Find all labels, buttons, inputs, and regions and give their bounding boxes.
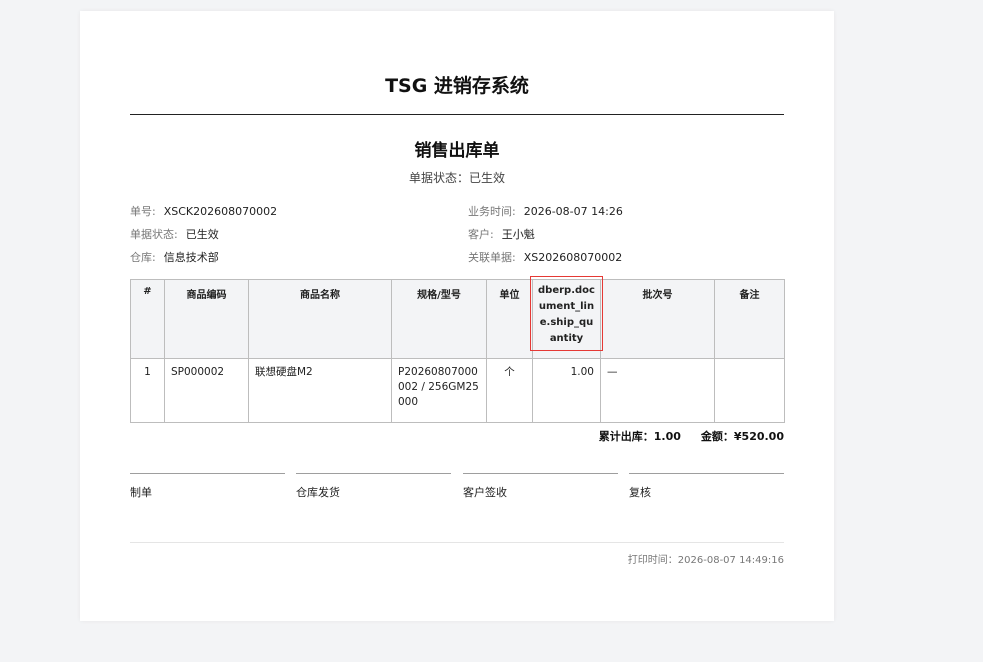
- signature-label: 制单: [130, 486, 152, 499]
- system-title: TSG 进销存系统: [385, 75, 529, 97]
- cell-ship-quantity: 1.00: [532, 358, 601, 423]
- signature-warehouse: 仓库发货: [296, 473, 451, 499]
- document-status-line: 单据状态：已生效: [408, 171, 505, 185]
- info-business-time: 业务时间: 2026-08-07 14:26: [468, 203, 623, 219]
- col-header-ship-quantity: dberp.document_line.ship_quantity: [530, 276, 603, 359]
- print-paper: TSG 进销存系统 销售出库单 单据状态：已生效 单号: XSCK20260807…: [80, 11, 834, 621]
- info-value: XSCK202608070002: [163, 205, 278, 218]
- col-header-unit: 单位: [486, 279, 533, 359]
- title-divider: [130, 114, 784, 115]
- info-value: 王小魁: [501, 228, 535, 241]
- info-label: 客户:: [468, 228, 494, 241]
- cell-index: 1: [130, 358, 165, 423]
- document-title: 销售出库单: [414, 141, 500, 161]
- signature-customer: 客户签收: [463, 473, 618, 499]
- cell-batch: —: [600, 358, 715, 423]
- col-header-code: 商品编码: [164, 279, 249, 359]
- cell-name: 联想硬盘M2: [248, 358, 392, 423]
- col-header-index: #: [130, 279, 165, 359]
- info-label: 关联单据:: [468, 251, 516, 264]
- summary-amount: 金额：¥520.00: [700, 430, 784, 443]
- info-value: XS202608070002: [523, 251, 623, 264]
- footer-divider: [130, 542, 784, 543]
- col-header-name: 商品名称: [248, 279, 392, 359]
- cell-remark: [714, 358, 785, 423]
- col-header-spec: 规格/型号: [391, 279, 487, 359]
- info-value: 已生效: [185, 228, 219, 241]
- col-header-remark: 备注: [714, 279, 785, 359]
- table-row: 1 SP000002 联想硬盘M2 P20260807000002 / 256G…: [130, 358, 785, 423]
- signature-prepared: 制单: [130, 473, 285, 499]
- info-customer: 客户: 王小魁: [468, 226, 535, 242]
- info-label: 单号:: [130, 205, 156, 218]
- info-order-no: 单号: XSCK202608070002: [130, 203, 277, 219]
- info-related-doc: 关联单据: XS202608070002: [468, 249, 622, 265]
- info-value: 信息技术部: [163, 251, 219, 264]
- cell-code: SP000002: [164, 358, 249, 423]
- items-table: # 商品编码 商品名称 规格/型号 单位 dberp.document_line…: [130, 276, 785, 423]
- summary-total-out: 累计出库：1.00: [598, 430, 681, 443]
- summary: 累计出库：1.00 金额：¥520.00: [599, 428, 784, 444]
- info-label: 单据状态:: [130, 228, 178, 241]
- signature-review: 复核: [629, 473, 784, 499]
- cell-spec: P20260807000002 / 256GM25000: [391, 358, 487, 423]
- info-value: 2026-08-07 14:26: [523, 205, 623, 218]
- info-label: 业务时间:: [468, 205, 516, 218]
- info-label: 仓库:: [130, 251, 156, 264]
- ship-quantity-highlight: dberp.document_line.ship_quantity: [530, 276, 603, 351]
- cell-unit: 个: [486, 358, 533, 423]
- signature-label: 复核: [629, 486, 651, 499]
- signature-label: 客户签收: [463, 486, 507, 499]
- table-header-row: # 商品编码 商品名称 规格/型号 单位 dberp.document_line…: [130, 276, 785, 359]
- signature-label: 仓库发货: [296, 486, 340, 499]
- info-doc-status: 单据状态: 已生效: [130, 226, 219, 242]
- col-header-batch: 批次号: [600, 279, 715, 359]
- info-warehouse: 仓库: 信息技术部: [130, 249, 219, 265]
- print-time: 打印时间：2026-08-07 14:49:16: [627, 555, 784, 566]
